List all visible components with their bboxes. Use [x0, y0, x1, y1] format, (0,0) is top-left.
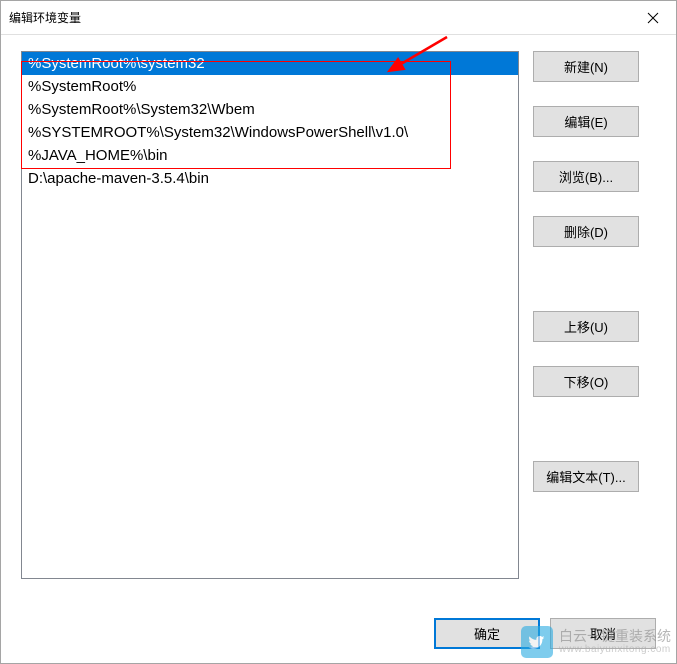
list-item[interactable]: %SystemRoot%\System32\Wbem — [22, 98, 518, 121]
ok-button[interactable]: 确定 — [434, 618, 540, 649]
browse-button[interactable]: 浏览(B)... — [533, 161, 639, 192]
titlebar: 编辑环境变量 — [1, 1, 676, 35]
list-item[interactable]: %JAVA_HOME%\bin — [22, 144, 518, 167]
list-item[interactable]: %SystemRoot% — [22, 75, 518, 98]
window-title: 编辑环境变量 — [9, 9, 81, 26]
close-button[interactable] — [630, 1, 676, 34]
new-button[interactable]: 新建(N) — [533, 51, 639, 82]
edit-button[interactable]: 编辑(E) — [533, 106, 639, 137]
cancel-button[interactable]: 取消 — [550, 618, 656, 649]
list-item[interactable]: %SYSTEMROOT%\System32\WindowsPowerShell\… — [22, 121, 518, 144]
move-down-button[interactable]: 下移(O) — [533, 366, 639, 397]
edit-text-button[interactable]: 编辑文本(T)... — [533, 461, 639, 492]
bottom-button-row: 确定 取消 — [21, 596, 656, 649]
delete-button[interactable]: 删除(D) — [533, 216, 639, 247]
side-button-column: 新建(N) 编辑(E) 浏览(B)... 删除(D) 上移(U) 下移(O) 编… — [533, 51, 639, 596]
list-item[interactable]: D:\apache-maven-3.5.4\bin — [22, 167, 518, 190]
content-area: %SystemRoot%\system32 %SystemRoot% %Syst… — [1, 35, 676, 663]
dialog-window: 编辑环境变量 %SystemRoot%\system32 %SystemRoot… — [0, 0, 677, 664]
list-item[interactable]: %SystemRoot%\system32 — [22, 52, 518, 75]
close-icon — [647, 12, 659, 24]
path-listbox[interactable]: %SystemRoot%\system32 %SystemRoot% %Syst… — [21, 51, 519, 579]
move-up-button[interactable]: 上移(U) — [533, 311, 639, 342]
